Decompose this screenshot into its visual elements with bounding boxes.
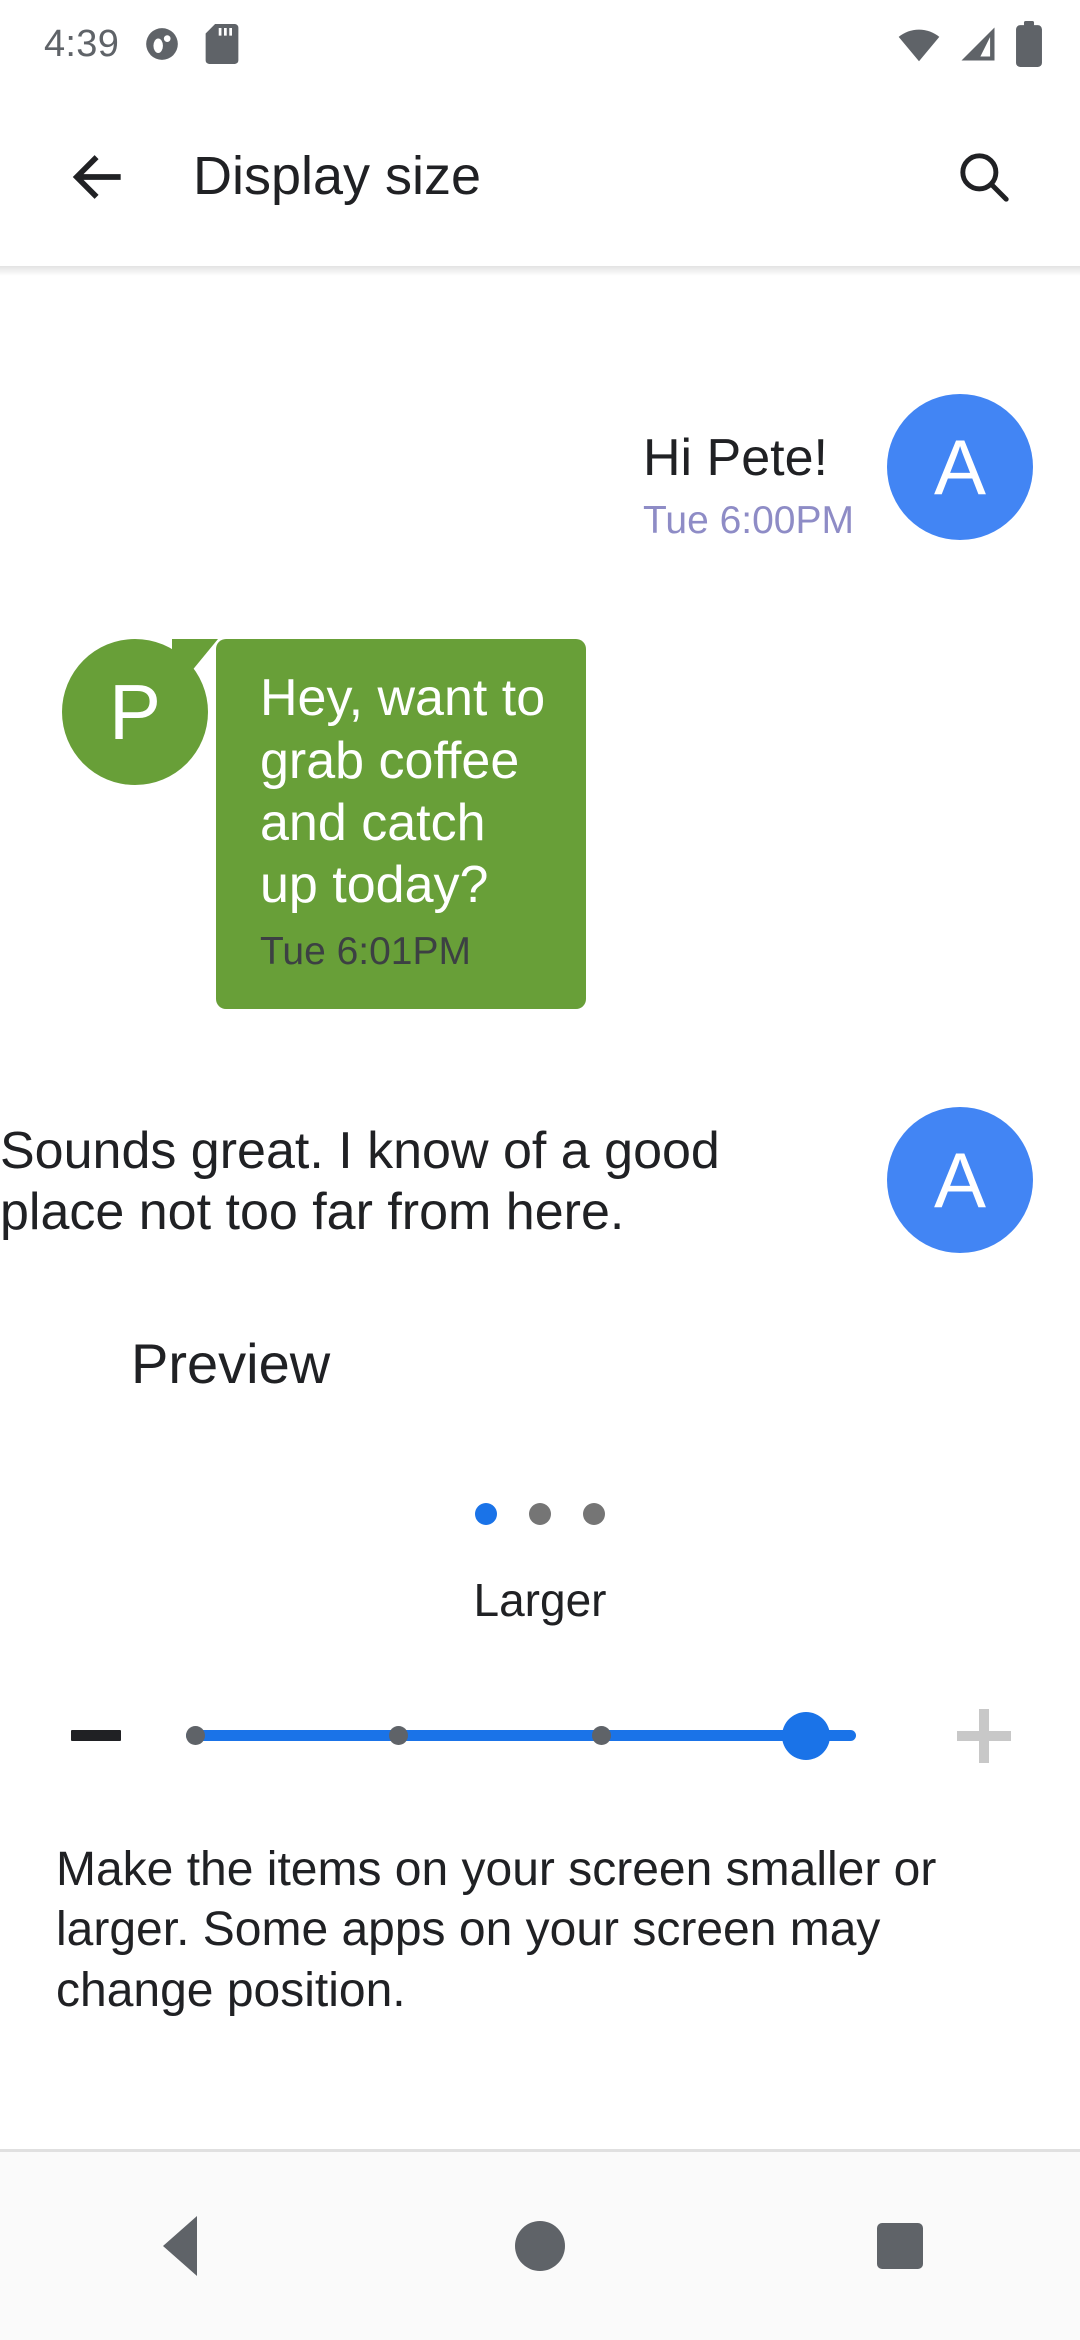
display-size-slider[interactable] — [186, 1676, 894, 1796]
increase-size-button[interactable] — [924, 1676, 1044, 1796]
chat-message-row: Hi Pete! Tue 6:00PM A — [0, 394, 1080, 545]
nav-back-triangle-icon — [163, 2216, 197, 2276]
description-text: Make the items on your screen smaller or… — [56, 1842, 937, 2017]
app-bar-shadow — [0, 266, 1080, 276]
nav-home-circle-icon — [515, 2221, 565, 2271]
chat-message-row: P Hey, want to grab coffee and catch up … — [0, 639, 1080, 1010]
nav-recents-button[interactable] — [720, 2152, 1080, 2340]
page-dot-1[interactable] — [475, 1503, 497, 1526]
display-size-slider-row — [0, 1676, 1080, 1796]
bubble-tail — [172, 639, 218, 696]
battery-full-icon — [1014, 21, 1044, 67]
arrow-back-icon — [64, 143, 132, 211]
preview-chat: Hi Pete! Tue 6:00PM A P Hey, want to gra… — [0, 276, 1080, 1395]
message-bubble-wrapper: Hey, want to grab coffee and catch up to… — [172, 639, 586, 1010]
size-value-label: Larger — [473, 1574, 607, 1627]
message-timestamp: Tue 6:01PM — [260, 929, 471, 973]
nav-home-button[interactable] — [360, 2152, 720, 2340]
cellular-signal-icon — [956, 22, 1000, 66]
back-button[interactable] — [50, 129, 146, 225]
status-bar-left: 4:39 — [44, 24, 239, 64]
page-dot-2[interactable] — [529, 1503, 551, 1526]
decrease-size-button[interactable] — [36, 1676, 156, 1796]
slider-track — [186, 1729, 856, 1741]
slider-tick-3 — [592, 1725, 611, 1745]
avatar: A — [887, 1107, 1033, 1254]
slider-tick-1 — [186, 1725, 205, 1745]
status-bar-right — [896, 21, 1044, 67]
message-text: Sounds great. I know of a good place not… — [0, 1122, 720, 1241]
notification-dot-icon — [143, 25, 181, 63]
page-title: Display size — [193, 146, 482, 207]
system-navigation-bar — [0, 2152, 1080, 2340]
nav-recents-square-icon — [877, 2223, 923, 2269]
plus-icon — [957, 1708, 1011, 1763]
status-bar: 4:39 — [0, 0, 1080, 88]
page-indicator — [0, 1503, 1080, 1526]
app-bar: Display size — [0, 88, 1080, 266]
message-text: Hi Pete! — [643, 429, 828, 487]
display-size-content: Hi Pete! Tue 6:00PM A P Hey, want to gra… — [0, 276, 1080, 2021]
avatar: A — [887, 394, 1033, 540]
page-dot-3[interactable] — [583, 1503, 605, 1526]
status-clock: 4:39 — [44, 23, 120, 65]
nav-back-button[interactable] — [0, 2152, 360, 2340]
message-text-block: Hi Pete! Tue 6:00PM — [643, 394, 854, 545]
chat-message-row: Sounds great. I know of a good place not… — [0, 1107, 1080, 1254]
preview-label: Preview — [131, 1332, 331, 1396]
message-text-block: Sounds great. I know of a good place not… — [0, 1107, 854, 1242]
search-icon — [953, 146, 1015, 208]
message-bubble: Hey, want to grab coffee and catch up to… — [216, 639, 586, 1010]
wifi-icon — [896, 21, 942, 67]
message-text: Hey, want to grab coffee and catch up to… — [260, 669, 546, 915]
minus-icon — [71, 1730, 121, 1742]
message-timestamp: Tue 6:00PM — [643, 499, 854, 543]
slider-tick-2 — [389, 1725, 408, 1745]
slider-thumb[interactable] — [782, 1711, 830, 1760]
search-button[interactable] — [936, 129, 1032, 225]
sd-card-icon — [205, 24, 239, 64]
